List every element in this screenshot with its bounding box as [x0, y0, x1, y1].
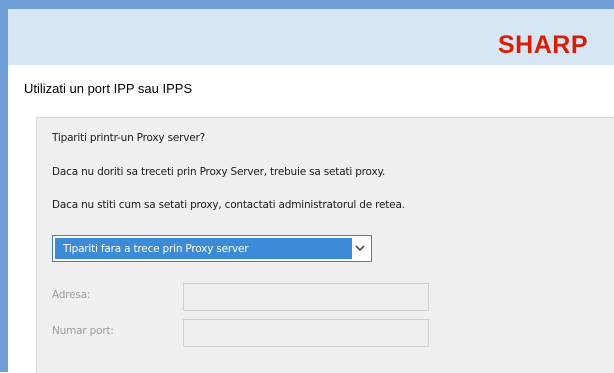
page-title: Utilizati un port IPP sau IPPS — [24, 81, 193, 96]
port-number-field[interactable] — [183, 319, 429, 347]
address-label: Adresa: — [52, 289, 91, 301]
proxy-mode-dropdown[interactable]: Tipariti fara a trece prin Proxy server — [52, 235, 372, 262]
sharp-logo: SHARP — [497, 31, 588, 59]
address-field[interactable] — [183, 283, 429, 311]
dropdown-selection-highlight: Tipariti fara a trece prin Proxy server — [55, 238, 352, 259]
window-frame-top — [0, 0, 614, 9]
dropdown-selected-value: Tipariti fara a trece prin Proxy server — [63, 243, 249, 255]
window-frame-left — [0, 0, 8, 372]
port-label: Numar port: — [52, 325, 114, 337]
header-banner: SHARP — [8, 9, 614, 65]
proxy-info-contact: Daca nu stiti cum sa setati proxy, conta… — [52, 199, 405, 211]
proxy-info-setup: Daca nu doriti sa treceti prin Proxy Ser… — [52, 166, 386, 178]
chevron-down-icon[interactable] — [353, 241, 367, 255]
proxy-question: Tipariti printr-un Proxy server? — [52, 132, 205, 144]
